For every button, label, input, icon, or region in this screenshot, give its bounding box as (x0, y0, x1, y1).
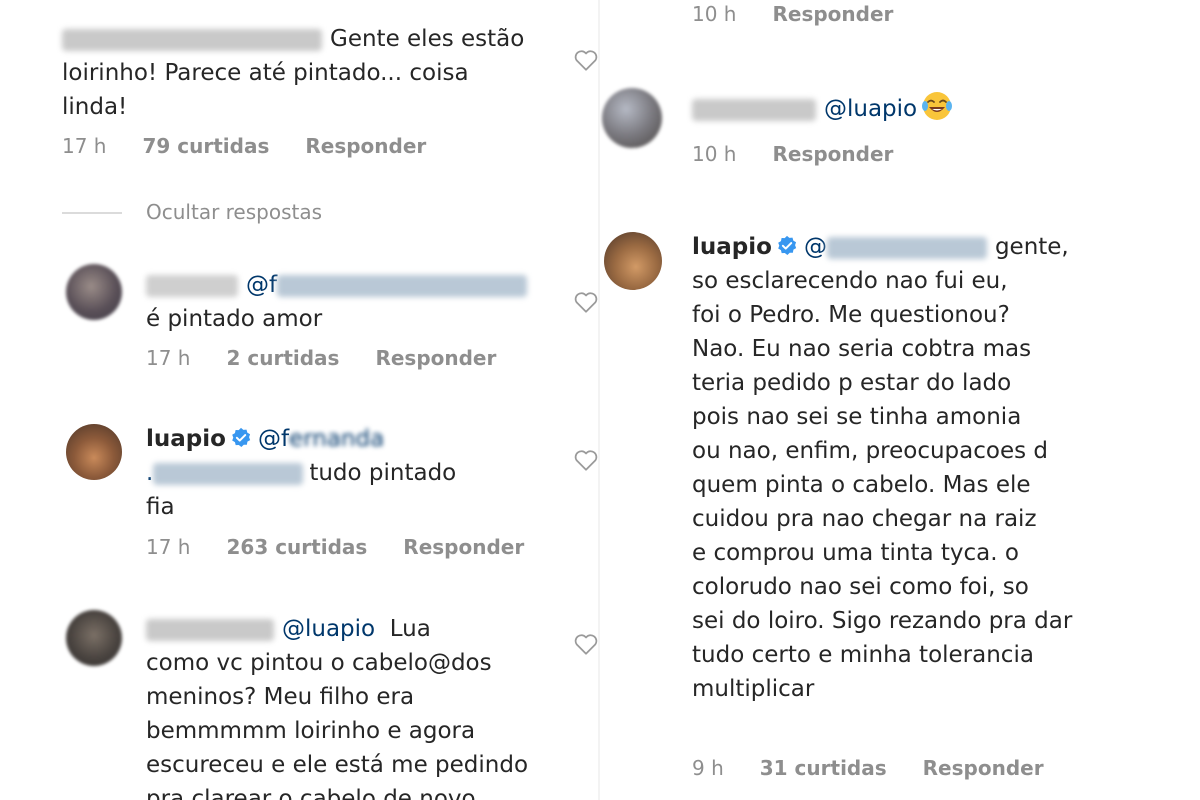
reply-button[interactable]: Responder (375, 346, 496, 370)
avatar[interactable] (604, 232, 662, 290)
mention-link[interactable]: @luapio (824, 96, 917, 122)
comment-5-meta: 10 h Responder (692, 142, 929, 166)
comment-6-line: ou nao, enfim, preocupacoes d (692, 438, 1049, 464)
likes-count[interactable]: 79 curtidas (142, 134, 269, 158)
comment-3-line-1: luapio @fernanda (146, 422, 576, 456)
comment-time: 10 h (692, 142, 737, 166)
comment-4: @luapio Lua como vc pintou o cabelo@dos … (146, 612, 576, 800)
blurred-username (62, 28, 322, 51)
likes-count[interactable]: 2 curtidas (226, 346, 339, 370)
comment-1-line-1: Gente eles estão (62, 22, 582, 56)
comment-6-line: quem pinta o cabelo. Mas ele (692, 472, 1031, 498)
reply-button[interactable]: Responder (305, 134, 426, 158)
comment-3-line-2: . tudo pintado (146, 460, 457, 486)
comment-6: luapio @ gente, so esclarecendo nao fui eu… (692, 230, 1172, 706)
comment-1-meta: 17 h 79 curtidas Responder (62, 134, 462, 158)
hide-replies-button[interactable]: Ocultar respostas (146, 200, 322, 224)
reply-button[interactable]: Responder (772, 142, 893, 166)
comment-time: 17 h (146, 535, 191, 559)
comment-time: 9 h (692, 756, 724, 780)
comment-3: luapio @fernanda . tudo pintado fia (146, 422, 576, 524)
comment-6-line: colorudo nao sei como foi, so (692, 574, 1029, 600)
left-panel: Gente eles estão loirinho! Parece até pi… (0, 0, 600, 800)
comment-4-line-4: bemmmmm loirinho e agora (146, 718, 476, 744)
comment-5: @luapio (692, 90, 1172, 126)
mention-link[interactable]: @luapio (282, 616, 375, 642)
comment-4-line-3: meninos? Meu filho era (146, 684, 415, 710)
comment-1-line-3: linda! (62, 94, 128, 120)
comment-6-line: e comprou uma tinta tyca. o (692, 540, 1019, 566)
heart-icon[interactable] (573, 290, 599, 314)
comment-6-line: multiplicar (692, 676, 815, 702)
comment-5-line-1: @luapio (692, 90, 1172, 126)
avatar[interactable] (66, 264, 122, 320)
blurred-username (692, 98, 816, 121)
reply-button[interactable]: Responder (772, 2, 893, 26)
heart-icon[interactable] (573, 448, 599, 472)
mention-blurred-part: ernanda (289, 426, 385, 452)
verified-badge-icon (778, 235, 797, 255)
avatar[interactable] (602, 88, 662, 148)
comment-6-line: foi o Pedro. Me questionou? (692, 302, 1010, 328)
reply-button[interactable]: Responder (923, 756, 1044, 780)
comment-3-meta: 17 h 263 curtidas Responder (146, 535, 560, 559)
top-comment-meta: 10 h Responder (692, 2, 929, 26)
comment-6-line: Nao. Eu nao seria cobtra mas (692, 336, 1032, 362)
mention-link[interactable]: @f (246, 272, 277, 298)
comment-4-line-6: pra clarear o cabelo de novo (146, 786, 476, 800)
comment-4-line-1: @luapio Lua (146, 612, 576, 646)
hide-replies-line (62, 212, 122, 214)
comment-time: 10 h (692, 2, 737, 26)
blurred-mention (153, 462, 304, 485)
comment-6-line: tudo certo e minha tolerancia (692, 642, 1034, 668)
comment-2-line-2: é pintado amor (146, 306, 323, 332)
comment-6-line: pois nao sei se tinha amonia (692, 404, 1022, 430)
comment-time: 17 h (62, 134, 107, 158)
likes-count[interactable]: 31 curtidas (760, 756, 887, 780)
comment-3-line-3: fia (146, 494, 175, 520)
laughing-crying-emoji-icon (922, 92, 953, 120)
mention-dot: . (146, 460, 154, 486)
comment-1-line-2: loirinho! Parece até pintado... coisa (62, 60, 469, 86)
avatar[interactable] (66, 610, 122, 666)
mention-link[interactable]: @f (258, 426, 289, 452)
mention-link[interactable]: @ (804, 234, 827, 260)
reply-button[interactable]: Responder (403, 535, 524, 559)
blurred-username (146, 618, 274, 641)
blurred-mention (826, 236, 987, 259)
comment-1: Gente eles estão loirinho! Parece até pi… (62, 22, 582, 124)
comment-6-line-1: luapio @ gente, (692, 234, 1069, 260)
comment-4-line-2: como vc pintou o cabelo@dos (146, 650, 492, 676)
comment-4-line-5: escureceu e ele está me pedindo (146, 752, 529, 778)
blurred-username (146, 274, 238, 297)
comment-6-line: cuidou pra nao chegar na raiz (692, 506, 1037, 532)
right-panel: 10 h Responder @luapio 10 h Responder luap… (600, 0, 1200, 800)
likes-count[interactable]: 263 curtidas (226, 535, 367, 559)
comment-2-line-1: @f (146, 268, 576, 302)
comment-2: @f é pintado amor (146, 268, 576, 336)
heart-icon[interactable] (573, 632, 599, 656)
comment-6-line: teria pedido p estar do lado (692, 370, 1012, 396)
avatar[interactable] (66, 424, 122, 480)
blurred-mention (277, 274, 528, 297)
comment-6-body: so esclarecendo nao fui eu, foi o Pedro. … (692, 264, 1172, 706)
comment-6-line: sei do loiro. Sigo rezando pra dar (692, 608, 1073, 634)
heart-icon[interactable] (573, 48, 599, 72)
username[interactable]: luapio (692, 234, 772, 260)
verified-badge-icon (232, 427, 251, 447)
username[interactable]: luapio (146, 426, 226, 452)
comment-6-meta: 9 h 31 curtidas Responder (692, 756, 1080, 780)
comment-6-line: so esclarecendo nao fui eu, (692, 268, 1008, 294)
comment-2-meta: 17 h 2 curtidas Responder (146, 346, 532, 370)
comment-time: 17 h (146, 346, 191, 370)
